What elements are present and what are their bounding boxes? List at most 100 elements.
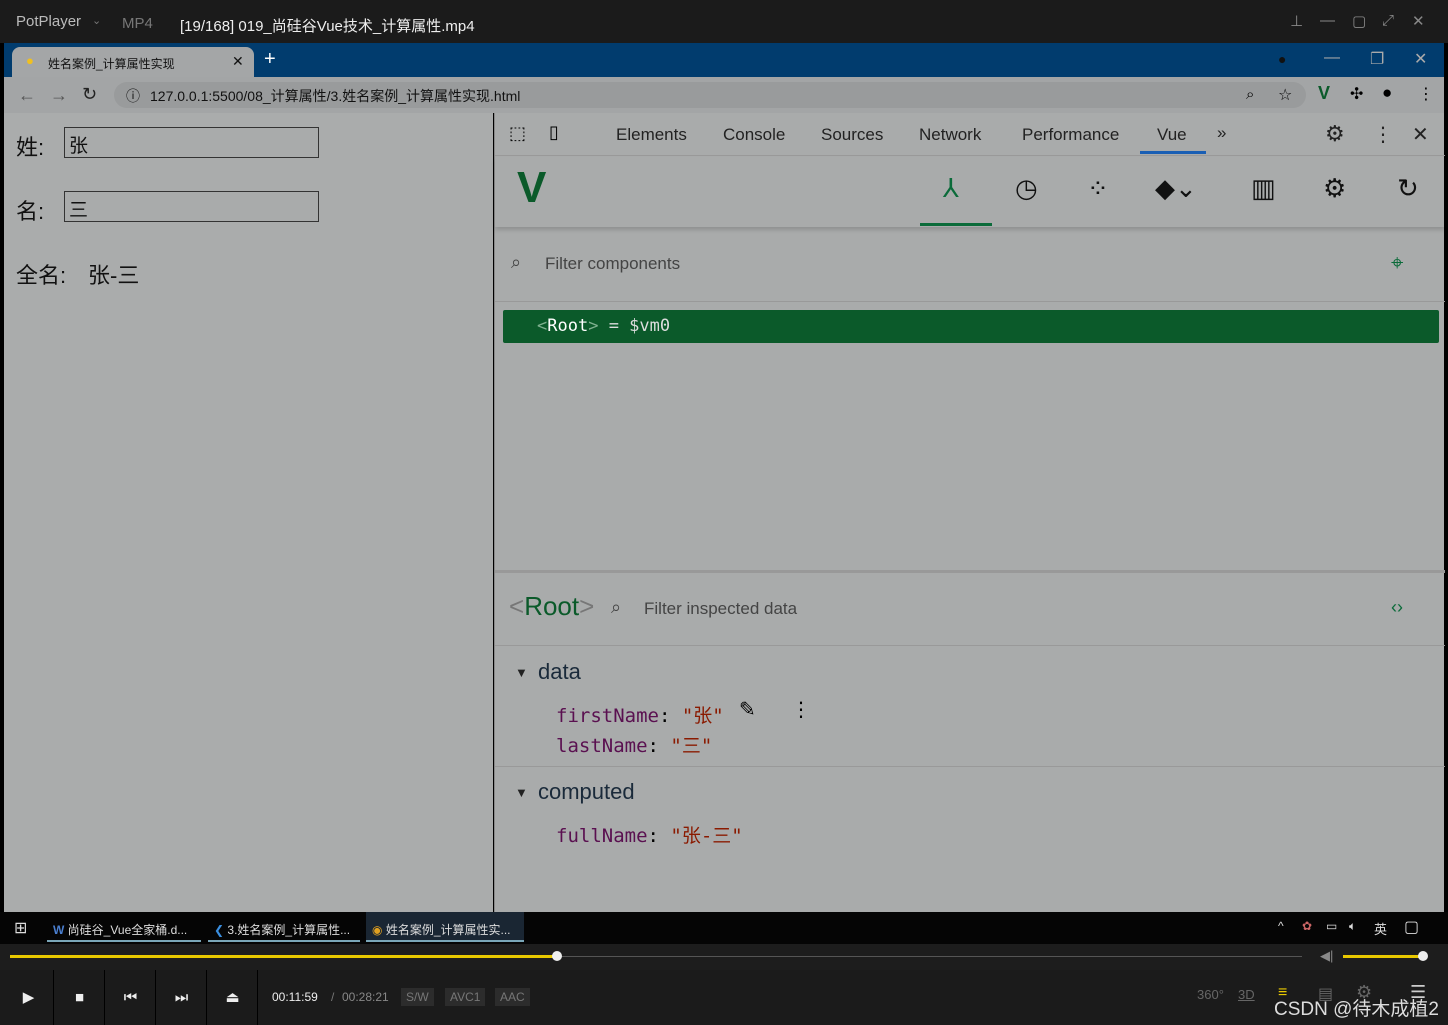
play-icon[interactable]: ▶ [4, 970, 54, 1025]
notification-icon[interactable]: ▢ [1404, 917, 1419, 937]
chevron-down-icon[interactable]: ⌄ [92, 14, 101, 27]
tab-title: 姓名案例_计算属性实现 [48, 57, 175, 71]
maximize-icon[interactable]: ▢ [1352, 12, 1366, 30]
section-title: computed [538, 779, 635, 804]
close-devtools-icon[interactable]: ✕ [1412, 122, 1429, 147]
tab-sources[interactable]: Sources [821, 125, 883, 145]
inspector-header: <Root> ⌕ Filter inspected data ‹› [495, 570, 1445, 646]
format-label: MP4 [122, 15, 153, 32]
video-codec-badge[interactable]: AVC1 [445, 988, 486, 1006]
restore-icon[interactable]: ❐ [1370, 49, 1384, 69]
seek-progress [10, 955, 557, 958]
close-tab-icon[interactable]: ✕ [232, 53, 244, 70]
decoder-badge[interactable]: S/W [401, 988, 434, 1006]
forward-icon[interactable]: → [50, 85, 68, 106]
data-row[interactable]: firstName: "张" [556, 701, 724, 728]
active-tab-indicator [1140, 151, 1206, 154]
minimize-icon[interactable]: — [1324, 49, 1340, 67]
previous-icon[interactable]: ⏮ [106, 970, 156, 1025]
computed-section: ▼ computed fullName: "张-三" [495, 767, 1445, 867]
3d-icon[interactable]: 3D [1238, 987, 1255, 1002]
settings-icon[interactable]: ⚙ [1325, 121, 1345, 147]
tray-app-icon[interactable]: ✿ [1302, 919, 1312, 933]
fullscreen-icon[interactable]: ⤢ [1382, 12, 1394, 29]
more-options-icon[interactable]: ⋮ [1373, 122, 1393, 147]
zoom-icon[interactable]: ⌕ [1246, 86, 1254, 103]
tab-vue[interactable]: Vue [1157, 125, 1187, 145]
browser-tab[interactable]: ● 姓名案例_计算属性实现 ✕ [12, 47, 254, 77]
url-input[interactable]: ⓘ 127.0.0.1:5500/08_计算属性/3.姓名案例_计算属性实现.h… [114, 82, 1306, 108]
new-tab-icon[interactable]: + [264, 48, 276, 71]
code-icon[interactable]: ‹› [1391, 597, 1403, 618]
router-icon[interactable]: ◆⌄ [1155, 173, 1197, 204]
data-row[interactable]: lastName: "三" [556, 731, 712, 758]
filter-components-input[interactable]: Filter components [545, 254, 680, 274]
stop-icon[interactable]: ■ [55, 970, 105, 1025]
settings-icon[interactable]: ⚙ [1323, 173, 1346, 204]
taskbar-item-vscode[interactable]: ❮ 3.姓名案例_计算属性... [208, 912, 360, 942]
close-icon[interactable]: ✕ [1414, 49, 1427, 69]
more-options-icon[interactable]: ⋮ [791, 697, 811, 722]
vue-toolbar: V ⅄ ◷ ⁘ ◆⌄ ▥ ⚙ ↻ [495, 157, 1445, 227]
eject-icon[interactable]: ⏏ [208, 970, 258, 1025]
component-tree-item-root[interactable]: <Root> = $vm0 [503, 310, 1439, 343]
more-tabs-icon[interactable]: » [1217, 123, 1226, 143]
back-icon[interactable]: ← [18, 85, 36, 106]
tab-network[interactable]: Network [919, 125, 981, 145]
profile-icon[interactable]: ● [1382, 83, 1392, 103]
360-icon[interactable]: 360° [1197, 987, 1224, 1002]
volume-handle[interactable] [1418, 951, 1428, 961]
tab-console[interactable]: Console [723, 125, 785, 145]
active-view-indicator [920, 223, 992, 226]
volume-icon[interactable]: 🔈︎ [1349, 919, 1356, 934]
close-icon[interactable]: ✕ [1412, 12, 1425, 30]
volume-slider[interactable] [1343, 955, 1423, 958]
select-component-icon[interactable]: ⌖ [1391, 250, 1403, 276]
performance-icon[interactable]: ▥ [1251, 173, 1276, 204]
reload-icon[interactable]: ↻ [82, 84, 97, 105]
minimize-icon[interactable]: — [1320, 12, 1335, 29]
windows-start-icon[interactable]: ⊞ [14, 918, 27, 938]
tab-elements[interactable]: Elements [616, 125, 687, 145]
seek-bar[interactable]: ◀| [0, 944, 1448, 970]
menu-icon[interactable]: ⋮ [1418, 84, 1434, 104]
timeline-icon[interactable]: ◷ [1015, 173, 1038, 204]
vue-extension-icon[interactable]: V [1318, 83, 1330, 104]
chrome-icon: ◉ [372, 923, 386, 937]
refresh-icon[interactable]: ↻ [1397, 173, 1419, 204]
collapse-triangle-icon[interactable]: ▼ [515, 665, 528, 680]
collapse-triangle-icon[interactable]: ▼ [515, 785, 528, 800]
record-icon[interactable]: ● [1278, 51, 1286, 67]
first-name-input[interactable]: 三 [64, 191, 319, 222]
device-toggle-icon[interactable]: ▯ [549, 122, 559, 143]
player-controls: ▶ ■ ⏮ ⏭ ⏏ 00:11:59 / 00:28:21 S/W AVC1 A… [0, 970, 1448, 1025]
section-title: data [538, 659, 581, 684]
last-name-input[interactable]: 张 [64, 127, 319, 158]
star-icon[interactable]: ☆ [1278, 85, 1292, 105]
edit-icon[interactable]: ✎ [739, 697, 756, 722]
inspect-element-icon[interactable]: ⬚ [509, 123, 526, 144]
audio-codec-badge[interactable]: AAC [495, 988, 530, 1006]
search-icon: ⌕ [611, 597, 622, 617]
tray-expand-icon[interactable]: ^ [1278, 919, 1284, 933]
computed-row[interactable]: fullName: "张-三" [556, 821, 743, 848]
ime-indicator[interactable]: 英 [1374, 919, 1387, 938]
tab-performance[interactable]: Performance [1022, 125, 1119, 145]
battery-icon[interactable]: ▭ [1326, 919, 1337, 933]
next-icon[interactable]: ⏭ [157, 970, 207, 1025]
filter-inspected-input[interactable]: Filter inspected data [644, 599, 797, 619]
player-menu[interactable]: PotPlayer [16, 13, 81, 30]
devtools-panel: ⬚ ▯ Elements Console Sources Network Per… [494, 113, 1445, 912]
taskbar-item-word[interactable]: W 尚硅谷_Vue全家桶.d... [47, 912, 201, 942]
taskbar-item-chrome[interactable]: ◉ 姓名案例_计算属性实... [366, 912, 524, 942]
seek-handle[interactable] [551, 951, 562, 961]
extensions-icon[interactable]: ✣ [1350, 84, 1363, 104]
pin-icon[interactable]: ⊥ [1290, 12, 1303, 30]
divider [495, 301, 1445, 302]
vuex-icon[interactable]: ⁘ [1087, 173, 1109, 204]
mute-icon[interactable]: ◀| [1320, 948, 1333, 964]
last-name-label: 姓: [16, 135, 45, 160]
inspector-sections: ▼ data firstName: "张" ✎ ⋮ lastName: "三" … [495, 647, 1445, 867]
devtools-toolbar: ⬚ ▯ Elements Console Sources Network Per… [495, 113, 1445, 156]
components-icon[interactable]: ⅄ [943, 173, 959, 204]
